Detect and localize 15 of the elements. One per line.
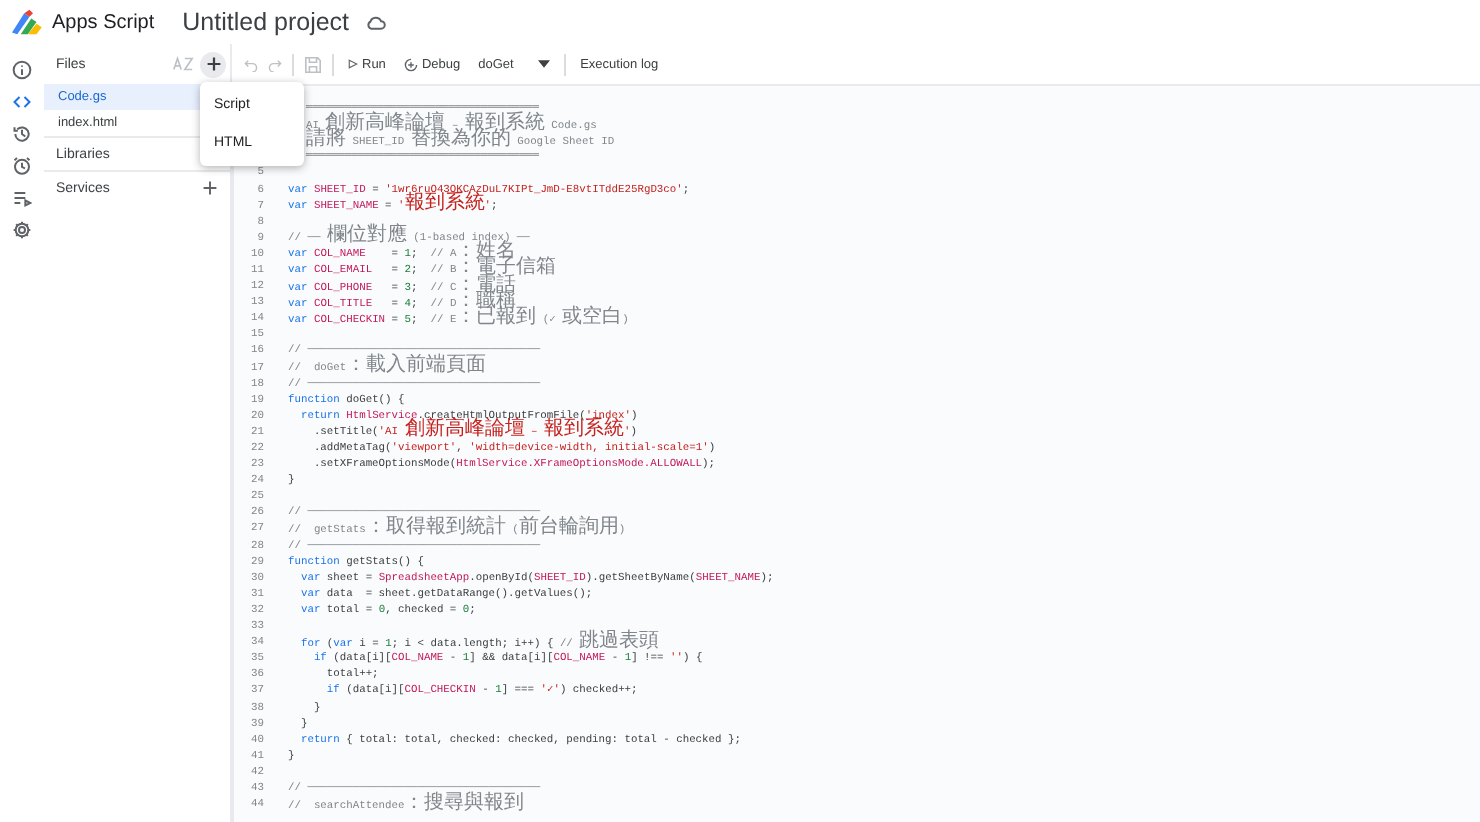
settings-nav-button[interactable]	[8, 220, 36, 240]
caret-icon	[538, 60, 551, 68]
app-name: Apps Script	[52, 11, 155, 33]
play-icon	[348, 58, 358, 70]
code-nav-button[interactable]	[8, 92, 36, 112]
logo-icon	[8, 8, 44, 36]
add-icon[interactable]	[202, 180, 218, 196]
plus-icon	[205, 56, 221, 72]
project-title[interactable]: Untitled project	[182, 8, 350, 36]
triggers-nav-button[interactable]	[8, 156, 36, 176]
debug-icon	[403, 57, 418, 71]
info-nav-button[interactable]	[8, 60, 36, 80]
add-file-button[interactable]	[200, 51, 226, 77]
history-nav-button[interactable]	[8, 124, 36, 144]
cloud-icon	[365, 15, 386, 29]
